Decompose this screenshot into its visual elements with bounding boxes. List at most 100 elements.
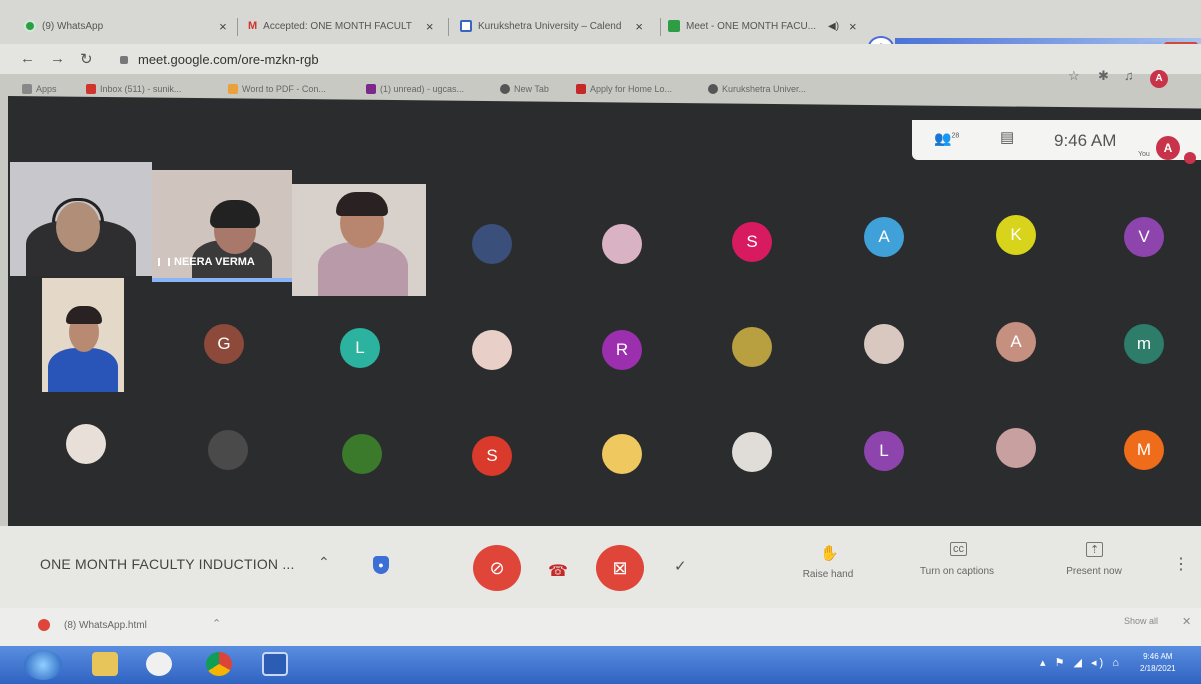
star-icon[interactable]: ☆ (1068, 68, 1080, 84)
gmail-icon (86, 84, 96, 94)
participant-tile[interactable] (472, 224, 512, 264)
calendar-icon (460, 20, 472, 32)
extension-icon[interactable]: ✱ (1098, 68, 1109, 84)
video-participant-3[interactable] (292, 184, 426, 296)
participant-tile[interactable]: G (204, 324, 244, 364)
media-player-icon[interactable] (146, 652, 172, 676)
globe-icon (708, 84, 718, 94)
participant-tile[interactable]: A (864, 217, 904, 257)
participant-tile[interactable] (342, 434, 382, 474)
meeting-safety-icon[interactable]: ● (373, 556, 389, 574)
participant-tile[interactable]: K (996, 215, 1036, 255)
participant-tile[interactable]: m (1124, 324, 1164, 364)
mic-off-icon: ⊘ (489, 558, 505, 578)
participant-tile[interactable] (602, 224, 642, 264)
video-participant-1[interactable] (10, 162, 152, 276)
hang-up-button[interactable]: ☎ (548, 561, 568, 581)
captions-icon[interactable]: cc (950, 542, 967, 556)
chrome-file-icon (38, 619, 50, 631)
url-field[interactable]: meet.google.com/ore-mzkn-rgb (120, 52, 319, 67)
participant-initial: M (1136, 440, 1152, 459)
windows-taskbar (0, 646, 1201, 684)
participant-tile[interactable] (602, 434, 642, 474)
chevron-up-icon[interactable]: ⌃ (212, 617, 221, 630)
participant-initial: V (1138, 227, 1150, 246)
close-icon[interactable]: × (849, 19, 857, 34)
bookmark-inbox[interactable]: Inbox (511) - sunik... (86, 84, 181, 94)
participant-tile[interactable]: A (996, 322, 1036, 362)
speaker-name: NEERA VERMA (174, 256, 255, 268)
back-button[interactable]: ← (20, 50, 35, 67)
speaker-icon: ◀) (828, 20, 840, 32)
close-icon[interactable]: × (219, 19, 227, 34)
people-icon[interactable]: 👥28 (934, 130, 959, 147)
participant-tile[interactable]: S (732, 222, 772, 262)
taskbar-clock[interactable]: 9:46 AM 2/18/2021 (1140, 651, 1176, 675)
bank-icon (576, 84, 586, 94)
present-label[interactable]: Present now (1052, 566, 1136, 577)
bookmark-new-tab[interactable]: New Tab (500, 84, 549, 94)
participant-tile[interactable] (996, 428, 1036, 468)
headphones-icon (52, 198, 104, 222)
present-icon[interactable]: ⇡ (1086, 542, 1104, 557)
bookmark-apps[interactable]: Apps (22, 84, 57, 94)
word-icon[interactable] (262, 652, 288, 676)
microphone-button[interactable]: ⊘ (473, 545, 521, 591)
participant-tile[interactable]: R (602, 330, 642, 370)
raise-hand-icon[interactable]: ✋ (820, 544, 839, 562)
chevron-up-icon[interactable]: ⌃ (318, 554, 330, 571)
close-icon[interactable]: × (426, 19, 434, 34)
tab-label: Accepted: ONE MONTH FACULT (263, 20, 412, 32)
video-participant-4[interactable] (42, 278, 124, 392)
participant-tile[interactable] (732, 432, 772, 472)
profile-avatar[interactable]: A (1150, 70, 1168, 88)
show-all-button[interactable]: Show all (1124, 616, 1158, 626)
participant-tile[interactable] (66, 424, 106, 464)
forward-button[interactable]: → (50, 50, 65, 67)
whatsapp-icon (24, 20, 36, 32)
tab-label: Meet - ONE MONTH FACU... (686, 20, 817, 32)
tab-gmail[interactable]: M Accepted: ONE MONTH FACULT × (248, 12, 434, 40)
download-bar (0, 608, 1201, 646)
globe-icon (500, 84, 510, 94)
download-filename[interactable]: (8) WhatsApp.html (64, 620, 147, 631)
you-label: You (1138, 151, 1150, 158)
participant-tile[interactable]: V (1124, 217, 1164, 257)
system-tray[interactable]: ▴ ⚑ ◢ ◂) ⌂ (1040, 656, 1122, 669)
raise-hand-label[interactable]: Raise hand (788, 569, 868, 580)
clock-time: 9:46 AM (1143, 652, 1173, 661)
participant-tile[interactable] (732, 327, 772, 367)
self-avatar[interactable]: A (1156, 136, 1180, 160)
participant-tile[interactable]: S (472, 436, 512, 476)
bookmark-home-loan[interactable]: Apply for Home Lo... (576, 84, 672, 94)
tab-meet[interactable]: Meet - ONE MONTH FACU... ◀) × (668, 12, 857, 40)
chrome-icon[interactable] (206, 652, 232, 676)
participant-tile[interactable] (208, 430, 248, 470)
mail-icon (366, 84, 376, 94)
tab-calendar[interactable]: Kurukshetra University – Calend × (460, 12, 643, 40)
explorer-icon[interactable] (92, 652, 118, 676)
bookmark-unread[interactable]: (1) unread) - ugcas... (366, 84, 464, 94)
chat-icon[interactable]: ▤ (1000, 128, 1014, 146)
start-button[interactable] (24, 650, 62, 680)
participant-initial: L (879, 441, 889, 460)
participant-initial: L (355, 338, 365, 357)
camera-button[interactable]: ⊠ (596, 545, 644, 591)
meeting-title[interactable]: ONE MONTH FACULTY INDUCTION ... (40, 556, 295, 572)
bookmark-kurukshetra[interactable]: Kurukshetra Univer... (708, 84, 806, 94)
media-icon[interactable]: ♫ (1124, 68, 1134, 83)
close-icon[interactable]: ✕ (1182, 615, 1191, 628)
participant-tile[interactable]: L (864, 431, 904, 471)
video-participant-speaker[interactable]: NEERA VERMA (152, 170, 292, 282)
participant-tile[interactable] (472, 330, 512, 370)
tab-whatsapp[interactable]: (9) WhatsApp × (24, 12, 227, 40)
participant-tile[interactable]: M (1124, 430, 1164, 470)
captions-label[interactable]: Turn on captions (902, 566, 1012, 577)
bookmark-word-to-pdf[interactable]: Word to PDF - Con... (228, 84, 326, 94)
close-icon[interactable]: × (635, 19, 643, 34)
camera-off-icon: ⊠ (612, 558, 628, 578)
more-options-icon[interactable]: ⋮ (1173, 554, 1189, 574)
participant-tile[interactable] (864, 324, 904, 364)
reload-button[interactable]: ↻ (80, 50, 93, 68)
participant-tile[interactable]: L (340, 328, 380, 368)
